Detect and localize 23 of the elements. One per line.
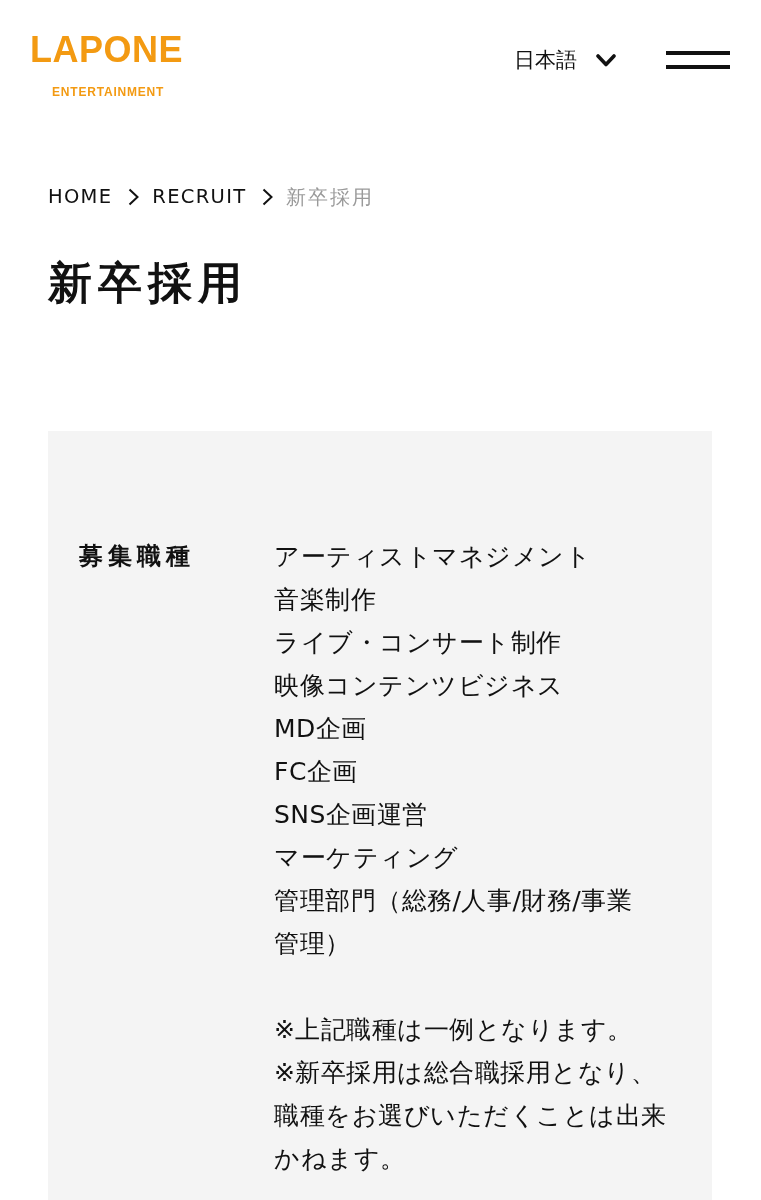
job-type-item: MD企画 xyxy=(274,713,368,745)
detail-label: 募集職種 xyxy=(79,541,196,572)
page-title: 新卒採用 xyxy=(48,256,248,310)
language-selector[interactable]: 日本語 xyxy=(514,46,616,74)
job-type-item: FC企画 xyxy=(274,756,359,788)
chevron-right-icon xyxy=(262,188,274,206)
breadcrumb-link[interactable]: RECRUIT xyxy=(152,183,247,211)
job-type-item: 映像コンテンツビジネス xyxy=(274,670,565,702)
breadcrumb-current-page: 新卒採用 xyxy=(286,184,375,211)
breadcrumb-link[interactable]: HOME xyxy=(48,183,113,211)
chevron-right-icon xyxy=(128,188,140,206)
job-type-item: ライブ・コンサート制作 xyxy=(274,627,563,659)
menu-icon xyxy=(666,51,730,69)
job-type-item: アーティストマネジメント xyxy=(274,541,592,573)
job-type-item: 管理部門（総務/人事/財務/事業管理） xyxy=(274,885,634,960)
menu-button[interactable] xyxy=(666,51,730,69)
job-type-item: SNS企画運営 xyxy=(274,799,429,831)
logo-tagline: ENTERTAINMENT xyxy=(52,85,165,99)
job-type-item: 音楽制作 xyxy=(274,584,377,616)
note-text: ※新卒採用は総合職採用となり、職種をお選びいただくことは出来かねます。 xyxy=(274,1057,668,1175)
note-text: ※上記職種は一例となります。 xyxy=(274,1014,634,1046)
chevron-down-icon xyxy=(596,53,616,67)
job-type-item: マーケティング xyxy=(274,842,460,874)
